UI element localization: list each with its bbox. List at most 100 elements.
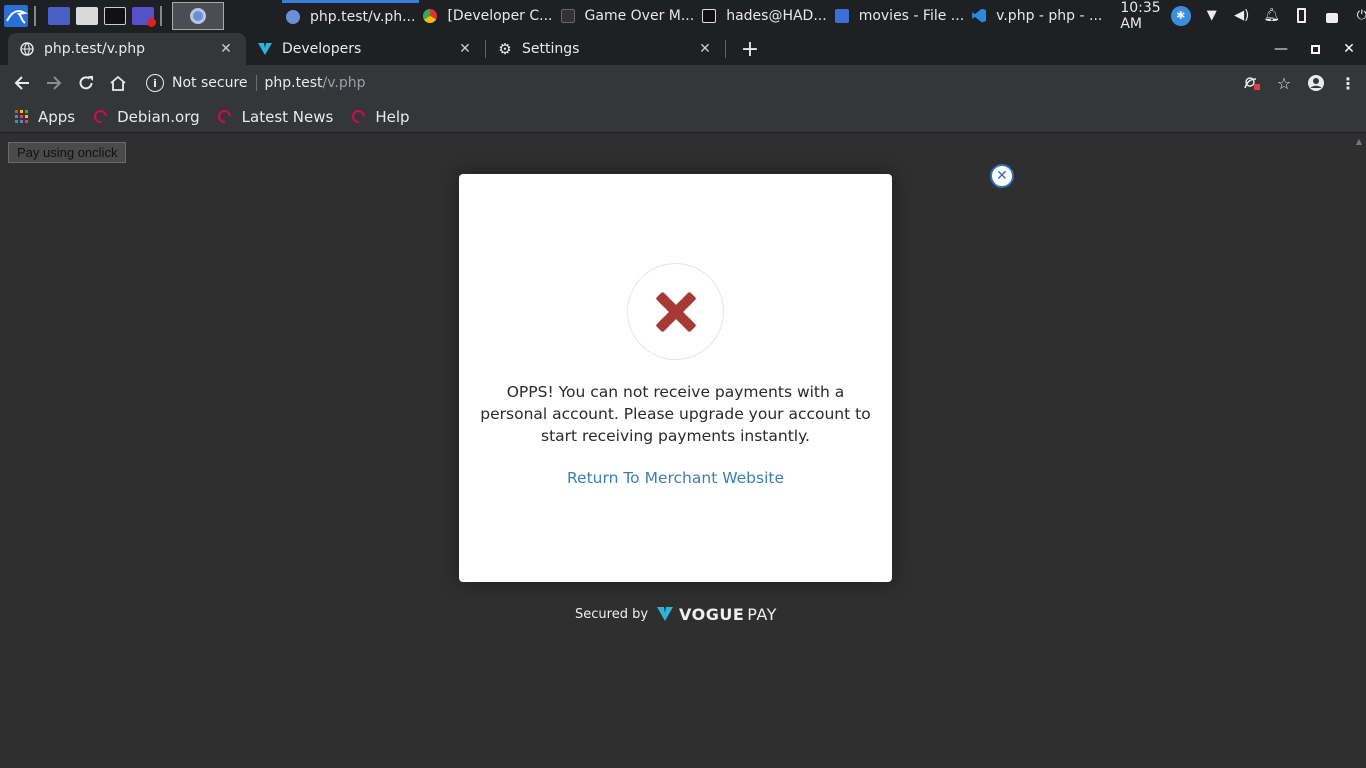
chrome-icon: [190, 7, 206, 24]
secured-by-footer: Secured by VOGUE PAY: [575, 603, 777, 625]
minimize-icon[interactable]: —: [1264, 33, 1298, 65]
screen-recorder-icon[interactable]: [132, 6, 156, 27]
system-tray: ✱ ▼ ◀) 🔔︎ ⏻: [1170, 5, 1366, 26]
error-x-icon: [654, 290, 697, 333]
brand-name: VOGUE: [679, 604, 745, 624]
close-window-icon[interactable]: ✕: [1332, 33, 1366, 65]
launcher-area: [0, 0, 224, 31]
voguepay-logo-icon: [657, 607, 674, 621]
modal-close-button[interactable]: ✕: [990, 164, 1014, 188]
menu-kebab-icon[interactable]: ⋮: [1336, 71, 1360, 95]
url-path: /v.php: [322, 75, 366, 91]
taskbar-window-title: movies - File ...: [858, 7, 965, 24]
apps-grid-icon: [14, 110, 28, 124]
window-controls: — ✕: [1264, 33, 1366, 65]
tab-close-icon[interactable]: ✕: [697, 41, 713, 57]
tab-divider: [725, 40, 726, 58]
home-button[interactable]: [102, 67, 134, 99]
payment-error-modal: OPPS! You can not receive payments with …: [459, 174, 892, 582]
tab-title: php.test/v.php: [44, 41, 145, 57]
toolbar-actions: ☆ ⋮: [1240, 71, 1360, 95]
taskbar-window-title: php.test/v.ph...: [310, 9, 416, 25]
brand-sub: PAY: [747, 604, 777, 624]
error-message: OPPS! You can not receive payments with …: [480, 383, 871, 445]
reload-button[interactable]: [70, 67, 102, 99]
chrome-icon: [286, 10, 300, 24]
browser-toolbar: i Not secure php.test/v.php ☆ ⋮: [0, 65, 1366, 101]
taskbar-window-title: v.php - php - ...: [996, 7, 1103, 24]
tab-title: Settings: [522, 41, 580, 57]
bookmark-star-icon[interactable]: ☆: [1272, 71, 1296, 95]
bookmark-label: Debian.org: [117, 107, 200, 126]
power-icon[interactable]: ⏻: [1353, 7, 1366, 25]
taskbar-window[interactable]: [Developer C...: [419, 0, 556, 31]
tab-close-icon[interactable]: ✕: [218, 41, 234, 57]
info-icon[interactable]: i: [146, 74, 164, 92]
bookmark-label: Latest News: [241, 107, 334, 126]
taskbar-window[interactable]: hades@HAD...: [698, 0, 830, 31]
bookmark-label: Help: [375, 107, 410, 126]
taskbar-window[interactable]: Game Over M...: [557, 0, 699, 31]
new-tab-button[interactable]: +: [734, 33, 766, 65]
bookmarks-bar: Apps Debian.org Latest News Help: [0, 101, 1366, 133]
scroll-up-arrow-icon[interactable]: ▲: [1352, 134, 1366, 148]
bluetooth-icon[interactable]: ✱: [1170, 5, 1191, 26]
active-app-chrome[interactable]: [172, 1, 224, 30]
taskbar-window-title: Game Over M...: [584, 7, 695, 24]
battery-icon[interactable]: [1293, 7, 1311, 25]
tab-settings[interactable]: ⚙ Settings ✕: [486, 33, 725, 65]
tab-php-test[interactable]: php.test/v.php ✕: [8, 33, 246, 65]
taskbar-window[interactable]: v.php - php - ...: [968, 0, 1106, 31]
desktop-icon[interactable]: [48, 6, 70, 25]
taskbar-window-title: hades@HAD...: [726, 7, 827, 24]
pay-button[interactable]: Pay using onclick: [8, 142, 127, 163]
os-taskbar: php.test/v.ph... [Developer C... Game Ov…: [0, 0, 1366, 32]
folder-icon: [834, 8, 849, 23]
terminal-icon[interactable]: [104, 6, 126, 25]
maximize-icon[interactable]: [1298, 33, 1332, 65]
browser-tab-strip: php.test/v.php ✕ Developers ✕ ⚙ Settings…: [0, 31, 1366, 65]
taskbar-window-list: php.test/v.ph... [Developer C... Game Ov…: [282, 0, 1106, 31]
return-to-merchant-link[interactable]: Return To Merchant Website: [459, 469, 892, 487]
bookmark-label: Apps: [38, 107, 76, 126]
error-circle: [627, 263, 724, 360]
tab-title: Developers: [282, 41, 362, 57]
taskbar-separator: [34, 5, 36, 26]
bookmark-help[interactable]: Help: [349, 107, 410, 126]
clock[interactable]: 10:35 AM: [1120, 0, 1160, 32]
taskbar-window[interactable]: php.test/v.ph...: [282, 0, 420, 31]
taskbar-window-title: [Developer C...: [447, 7, 553, 24]
tab-developers[interactable]: Developers ✕: [246, 33, 485, 65]
file-manager-icon[interactable]: [76, 6, 98, 25]
volume-icon[interactable]: ◀): [1233, 7, 1251, 25]
video-icon: [560, 8, 575, 23]
lock-icon[interactable]: [1323, 7, 1341, 25]
bookmark-apps[interactable]: Apps: [14, 108, 75, 126]
address-bar[interactable]: i Not secure php.test/v.php: [146, 69, 1206, 97]
tab-close-icon[interactable]: ✕: [457, 41, 473, 57]
gear-icon: ⚙: [498, 40, 512, 58]
globe-icon: [20, 42, 34, 56]
voguepay-icon: [258, 42, 272, 56]
profile-avatar-icon[interactable]: [1304, 71, 1328, 95]
debian-icon: [349, 107, 368, 126]
notification-bell-icon[interactable]: 🔔︎: [1263, 7, 1281, 25]
scrollbar[interactable]: ▲: [1352, 134, 1366, 768]
chrome-icon: [423, 8, 438, 23]
debian-icon: [215, 107, 234, 126]
debian-icon: [90, 107, 110, 126]
security-status[interactable]: Not secure: [172, 75, 257, 91]
forward-button[interactable]: [38, 67, 70, 99]
taskbar-separator: [160, 5, 162, 26]
wifi-icon[interactable]: ▼: [1203, 7, 1221, 25]
url-host: php.test: [264, 75, 323, 91]
terminal-icon: [702, 8, 717, 23]
taskbar-window[interactable]: movies - File ...: [831, 0, 968, 31]
bookmark-latest-news[interactable]: Latest News: [215, 107, 334, 126]
secured-by-label: Secured by: [575, 606, 649, 622]
vscode-icon: [972, 8, 987, 23]
blocked-content-icon[interactable]: [1240, 71, 1264, 95]
bookmark-debian[interactable]: Debian.org: [90, 107, 200, 126]
back-button[interactable]: [6, 67, 38, 99]
kali-menu-icon[interactable]: [4, 4, 28, 27]
